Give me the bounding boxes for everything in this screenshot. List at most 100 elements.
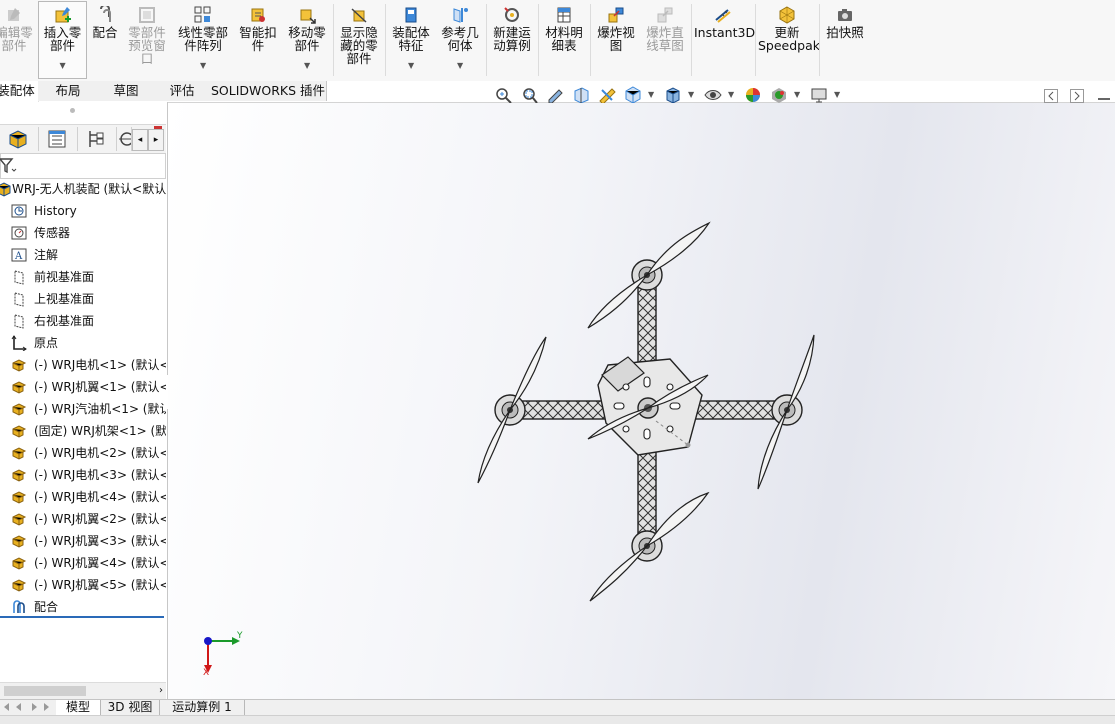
smart-fasteners-button[interactable]: 智能扣 件 xyxy=(235,2,281,78)
svg-text:A: A xyxy=(14,251,23,262)
tab-evaluate[interactable]: 评估 xyxy=(154,81,211,101)
ribbon-separator xyxy=(755,4,756,76)
chevron-down-icon[interactable]: ▼ xyxy=(457,59,463,72)
previous-view-icon[interactable] xyxy=(546,86,564,104)
chevron-down-icon[interactable]: ▼ xyxy=(794,90,800,99)
tree-item-wing-1[interactable]: (-) WRJ机翼<1> (默认< xyxy=(0,376,166,398)
tab-sketch[interactable]: 草图 xyxy=(98,81,155,101)
show-hidden-components-button[interactable]: 显示隐 藏的零 部件 xyxy=(336,2,382,78)
insert-component-icon xyxy=(55,7,71,23)
part-icon xyxy=(12,535,27,548)
exploded-view-icon xyxy=(608,7,624,23)
hide-show-items-icon[interactable] xyxy=(704,86,722,104)
mate-button[interactable]: 配合 xyxy=(88,2,122,78)
bill-of-materials-button[interactable]: 材料明 细表 xyxy=(541,2,587,78)
panel-grip[interactable] xyxy=(70,108,75,113)
tree-item-wing-5[interactable]: (-) WRJ机翼<5> (默认< xyxy=(0,574,166,596)
explode-line-sketch-button[interactable]: 爆炸直 线草图 xyxy=(642,2,688,78)
chevron-down-icon[interactable]: ▼ xyxy=(304,59,310,72)
tab-solidworks-addins[interactable]: SOLIDWORKS 插件 xyxy=(210,81,327,101)
tree-item-origin[interactable]: 原点 xyxy=(0,332,166,354)
next-window-icon[interactable] xyxy=(1070,89,1084,103)
tab-scroll-left-icon[interactable]: ◂ xyxy=(132,129,148,151)
part-icon xyxy=(12,579,27,592)
component-preview-window-button[interactable]: 零部件 预览窗 口 xyxy=(124,2,170,78)
linear-pattern-icon xyxy=(194,6,211,23)
rollback-bar[interactable] xyxy=(0,616,164,618)
move-component-button[interactable]: 移动零 部件 ▼ xyxy=(284,2,330,78)
tab-assembly[interactable]: 装配体 xyxy=(0,81,39,102)
tree-item-mates[interactable]: 配合 xyxy=(0,596,166,618)
tree-item-gasoline-engine-1[interactable]: (-) WRJ汽油机<1> (默认 xyxy=(0,398,166,420)
section-view-icon[interactable] xyxy=(572,86,590,104)
tab-motion-study-1[interactable]: 运动算例 1 xyxy=(160,700,245,715)
filter-row[interactable] xyxy=(0,153,166,179)
graphics-viewport[interactable]: Y X xyxy=(168,103,1115,699)
tree-item-history[interactable]: History xyxy=(0,200,166,222)
camera-icon xyxy=(838,9,852,21)
tree-item-motor-1[interactable]: (-) WRJ电机<1> (默认< xyxy=(0,354,166,376)
filter-icon[interactable] xyxy=(0,156,19,176)
chevron-down-icon[interactable]: ▼ xyxy=(60,59,66,72)
tree-item-sensors[interactable]: 传感器 xyxy=(0,222,166,244)
tab-navigation-arrows[interactable] xyxy=(0,701,54,714)
new-motion-study-button[interactable]: 新建运 动算例 xyxy=(489,2,535,78)
tree-item-wing-2[interactable]: (-) WRJ机翼<2> (默认< xyxy=(0,508,166,530)
tree-item-wing-4[interactable]: (-) WRJ机翼<4> (默认< xyxy=(0,552,166,574)
chevron-down-icon[interactable]: ▼ xyxy=(408,59,414,72)
view-orientation-icon[interactable] xyxy=(624,86,642,104)
tab-property-manager[interactable] xyxy=(39,127,78,151)
part-icon xyxy=(12,381,27,394)
tree-item-annotations[interactable]: A 注解 xyxy=(0,244,166,266)
scrollbar-thumb[interactable] xyxy=(4,686,86,696)
tree-item-motor-4[interactable]: (-) WRJ电机<4> (默认< xyxy=(0,486,166,508)
tree-item-frame-1[interactable]: (固定) WRJ机架<1> (默 xyxy=(0,420,166,442)
edit-component-button[interactable]: 编辑零 部件 xyxy=(0,2,36,78)
edit-appearance-icon[interactable] xyxy=(744,86,762,104)
move-component-icon xyxy=(300,9,316,24)
insert-component-button[interactable]: 插入零 部件 ▼ xyxy=(38,1,87,79)
scroll-right-icon[interactable]: › xyxy=(159,683,163,699)
tree-root-assembly[interactable]: WRJ-无人机装配 (默认<默认 xyxy=(0,178,166,200)
tab-3d-view[interactable]: 3D 视图 xyxy=(101,700,160,715)
chevron-down-icon[interactable]: ▼ xyxy=(728,90,734,99)
previous-window-icon[interactable] xyxy=(1044,89,1058,103)
tab-dimxpert[interactable] xyxy=(117,127,134,151)
part-icon xyxy=(12,403,27,416)
view-settings-icon[interactable] xyxy=(810,86,828,104)
tree-item-top-plane[interactable]: 上视基准面 xyxy=(0,288,166,310)
horizontal-scrollbar[interactable]: › xyxy=(0,682,166,699)
chevron-down-icon[interactable]: ▼ xyxy=(200,59,206,72)
dynamic-annotation-icon[interactable] xyxy=(598,86,616,104)
update-speedpak-button[interactable]: 更新 Speedpak xyxy=(758,2,820,78)
reference-geometry-button[interactable]: 参考几 何体 ▼ xyxy=(437,2,483,78)
tab-feature-manager[interactable] xyxy=(0,127,39,151)
ribbon-separator xyxy=(590,4,591,76)
quadcopter-model[interactable] xyxy=(168,103,1115,699)
reference-triad: Y X xyxy=(198,631,246,679)
tab-layout[interactable]: 布局 xyxy=(38,81,99,101)
tab-model[interactable]: 模型 xyxy=(56,700,101,715)
tree-item-motor-3[interactable]: (-) WRJ电机<3> (默认< xyxy=(0,464,166,486)
tab-configuration-manager[interactable] xyxy=(78,127,117,151)
tree-item-wing-3[interactable]: (-) WRJ机翼<3> (默认< xyxy=(0,530,166,552)
zoom-to-area-icon[interactable] xyxy=(520,86,538,104)
command-manager-ribbon: 编辑零 部件 插入零 部件 ▼ 配合 零部件 预览窗 口 线性零部 件阵列 ▼ … xyxy=(0,0,1115,82)
linear-component-pattern-button[interactable]: 线性零部 件阵列 ▼ xyxy=(174,2,232,78)
apply-scene-icon[interactable] xyxy=(770,86,788,104)
tree-item-right-plane[interactable]: 右视基准面 xyxy=(0,310,166,332)
property-manager-icon xyxy=(48,130,66,148)
tree-item-front-plane[interactable]: 前视基准面 xyxy=(0,266,166,288)
zoom-to-fit-icon[interactable] xyxy=(494,86,512,104)
tree-item-motor-2[interactable]: (-) WRJ电机<2> (默认< xyxy=(0,442,166,464)
instant3d-button[interactable]: Instant3D xyxy=(694,2,755,78)
minimize-icon[interactable] xyxy=(1098,98,1110,100)
tab-scroll-right-icon[interactable]: ▸ xyxy=(148,129,164,151)
display-style-icon[interactable] xyxy=(664,86,682,104)
chevron-down-icon[interactable]: ▼ xyxy=(834,90,840,99)
assembly-features-button[interactable]: 装配体 特征 ▼ xyxy=(388,2,434,78)
chevron-down-icon[interactable]: ▼ xyxy=(648,90,654,99)
take-snapshot-button[interactable]: 拍快照 xyxy=(822,2,868,78)
chevron-down-icon[interactable]: ▼ xyxy=(688,90,694,99)
exploded-view-button[interactable]: 爆炸视 图 xyxy=(593,2,639,78)
